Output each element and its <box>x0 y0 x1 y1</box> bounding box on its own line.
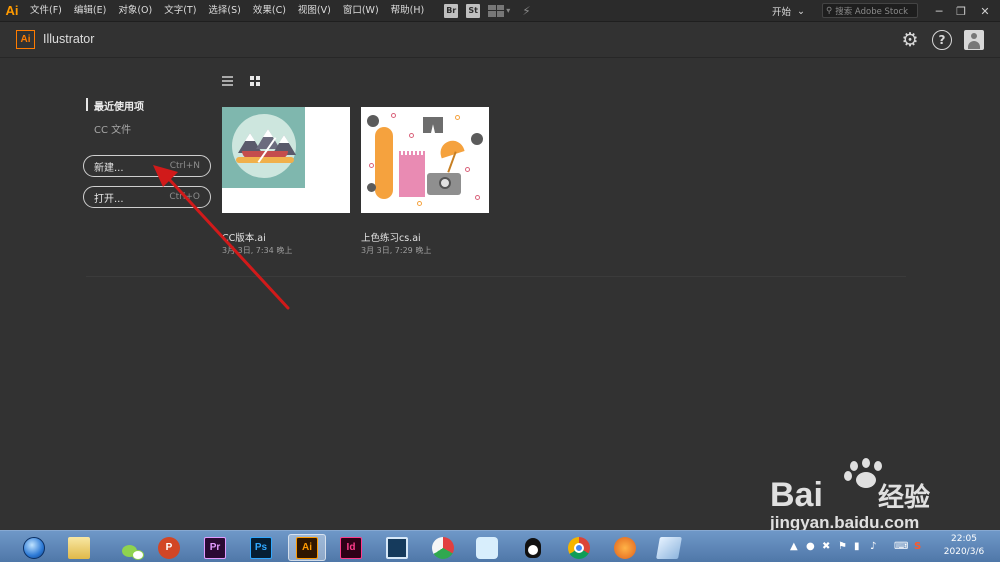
tray-keyboard-icon[interactable]: ⌨ <box>894 541 908 552</box>
illustrator-window: Ai 文件(F) 编辑(E) 对象(O) 文字(T) 选择(S) 效果(C) 视… <box>0 0 1000 562</box>
tray-volume-icon[interactable]: ♪ <box>870 541 876 552</box>
taskbar-notes[interactable] <box>650 534 688 561</box>
windows-icon <box>23 536 45 559</box>
system-clock[interactable]: 22:05 2020/3/6 <box>938 533 990 559</box>
taskbar-indesign[interactable]: Id <box>332 534 370 561</box>
taskbar-firefox[interactable] <box>606 534 644 561</box>
taskbar-powerpoint[interactable]: P <box>150 534 188 561</box>
start-button[interactable] <box>14 534 54 561</box>
tray-qq-icon[interactable]: ● <box>806 541 815 552</box>
taskbar-chrome[interactable] <box>560 534 598 561</box>
premiere-icon: Pr <box>204 536 226 559</box>
pie-app-icon <box>432 536 454 559</box>
tray-security-icon[interactable]: ✖ <box>822 541 830 552</box>
taskbar-premiere[interactable]: Pr <box>196 534 234 561</box>
qq-icon <box>522 537 544 559</box>
taskbar-photoshop[interactable]: Ps <box>242 534 280 561</box>
taskbar-bird-app[interactable] <box>468 534 506 561</box>
chrome-icon <box>568 536 590 559</box>
folder-icon <box>68 536 90 559</box>
taskbar: P Pr Ps Ai Id ▲ ● ✖ ⚑ ▮ ♪ ⌨ S 22:05 2020… <box>0 530 1000 562</box>
taskbar-wechat[interactable] <box>104 534 144 561</box>
bird-app-icon <box>476 536 498 559</box>
tray-expand-icon[interactable]: ▲ <box>790 541 798 552</box>
tray-network-icon[interactable]: ▮ <box>854 541 860 552</box>
watermark-brand: Bai <box>770 476 823 514</box>
tray-flag-icon[interactable]: ⚑ <box>838 541 847 552</box>
taskbar-video[interactable] <box>378 534 416 561</box>
wechat-icon <box>112 537 144 560</box>
notes-icon <box>656 536 682 559</box>
watermark-brand2: 经验 <box>878 482 930 513</box>
taskbar-pie-app[interactable] <box>424 534 462 561</box>
taskbar-qq[interactable] <box>514 534 552 561</box>
firefox-icon <box>614 536 636 559</box>
clock-date: 2020/3/6 <box>943 547 985 557</box>
photoshop-icon: Ps <box>250 536 272 559</box>
illustrator-icon: Ai <box>296 536 318 559</box>
powerpoint-icon: P <box>158 536 180 559</box>
tray-sogou-icon[interactable]: S <box>914 541 921 552</box>
clock-time: 22:05 <box>951 534 977 544</box>
baidu-watermark: Bai 经验 jingyan.baidu.com <box>769 452 950 532</box>
taskbar-illustrator[interactable]: Ai <box>288 534 326 561</box>
film-icon <box>386 536 408 559</box>
indesign-icon: Id <box>340 536 362 559</box>
taskbar-explorer[interactable] <box>60 534 98 561</box>
